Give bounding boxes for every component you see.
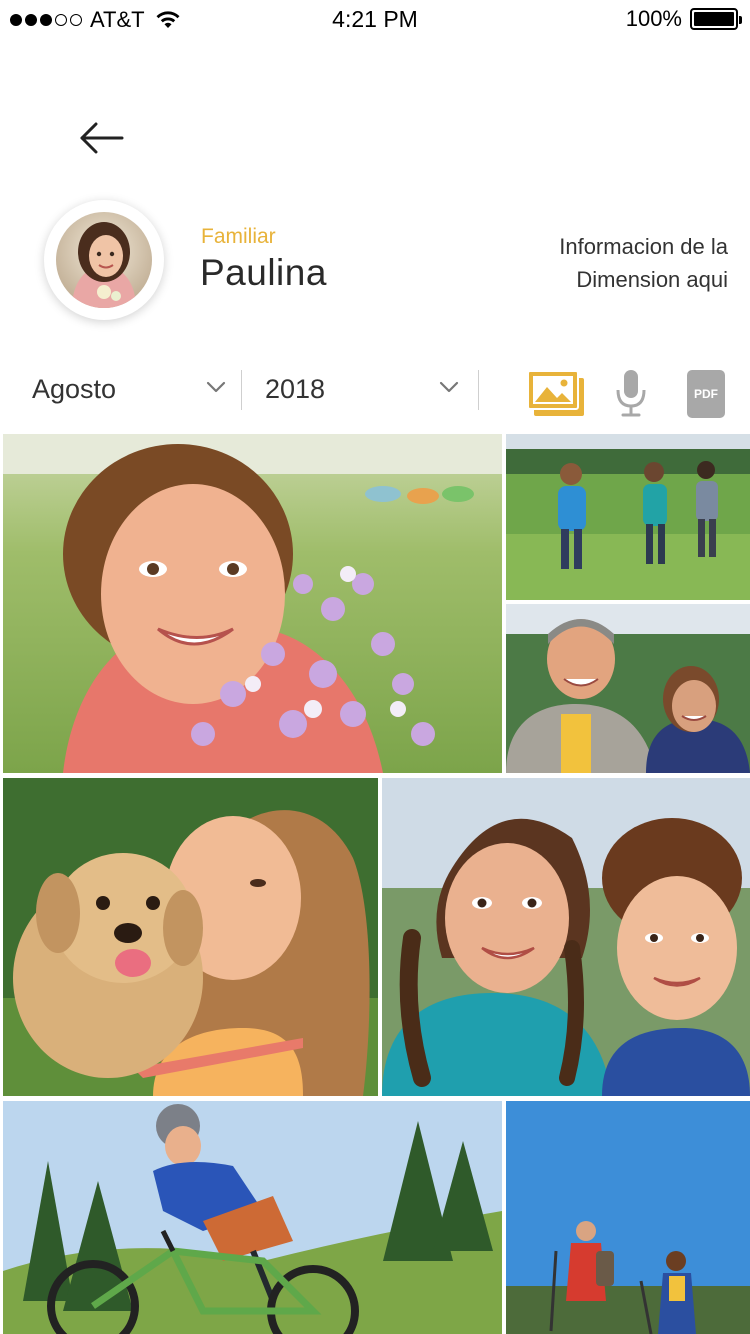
pdf-tab-button[interactable]: PDF bbox=[687, 370, 725, 418]
photo-kids-running-in-field[interactable] bbox=[506, 434, 750, 600]
profile-name: Paulina bbox=[200, 252, 327, 293]
month-select[interactable]: Agosto bbox=[32, 368, 232, 410]
pdf-icon-label: PDF bbox=[694, 387, 718, 401]
photo-girl-with-puppy[interactable] bbox=[3, 778, 378, 1096]
image-gallery-icon bbox=[527, 370, 584, 416]
status-bar: AT&T 4:21 PM 100% bbox=[0, 0, 750, 40]
avatar bbox=[44, 200, 164, 320]
avatar-photo bbox=[56, 212, 152, 308]
photo-girl-and-boy-smiling[interactable] bbox=[382, 778, 750, 1096]
microphone-icon bbox=[616, 370, 646, 417]
dimension-info-line2: Dimension aqui bbox=[576, 267, 728, 292]
gallery-tab-button[interactable] bbox=[526, 368, 586, 418]
arrow-left-icon bbox=[80, 122, 124, 154]
photo-girl-with-flowers[interactable] bbox=[3, 434, 502, 773]
year-select[interactable]: 2018 bbox=[265, 368, 465, 410]
dimension-info: Informacion de la Dimension aqui bbox=[468, 230, 728, 296]
year-select-value: 2018 bbox=[265, 373, 326, 404]
audio-tab-button[interactable] bbox=[612, 368, 650, 418]
filter-divider bbox=[241, 370, 242, 410]
photo-hikers-on-trail[interactable] bbox=[506, 1101, 750, 1334]
filter-divider bbox=[478, 370, 479, 410]
month-select-value: Agosto bbox=[32, 373, 117, 404]
battery-icon bbox=[690, 8, 742, 30]
profile-role: Familiar bbox=[201, 225, 276, 248]
dimension-info-line1: Informacion de la bbox=[559, 234, 728, 259]
battery-percent: 100% bbox=[625, 6, 682, 31]
chevron-down-icon bbox=[206, 381, 226, 393]
photo-couple-smiling[interactable] bbox=[506, 604, 750, 773]
photo-collage bbox=[0, 434, 750, 1334]
back-button[interactable] bbox=[76, 118, 126, 158]
chevron-down-icon bbox=[439, 381, 459, 393]
status-right: 100% bbox=[625, 6, 742, 32]
photo-boy-riding-bike[interactable] bbox=[3, 1101, 502, 1334]
